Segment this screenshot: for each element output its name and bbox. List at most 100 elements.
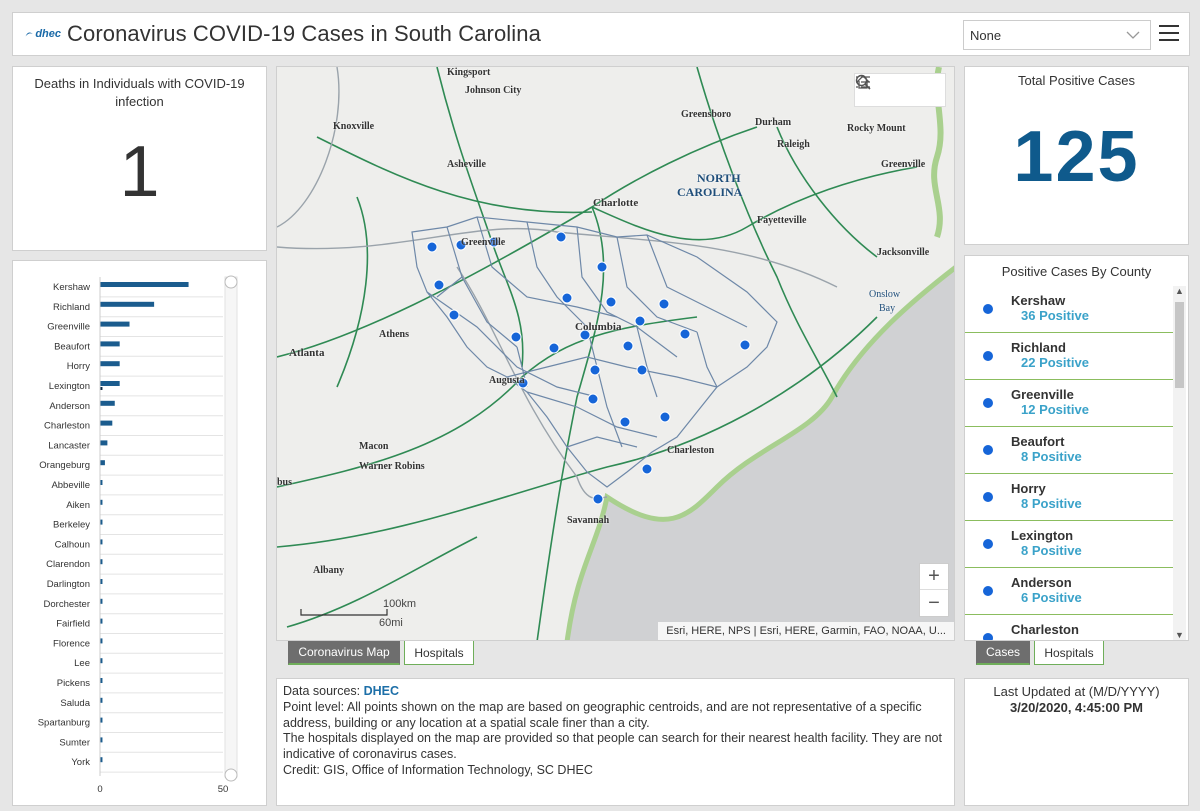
chart-category-label: Abbeville xyxy=(51,480,90,491)
chart-category-label: Calhoun xyxy=(55,539,90,550)
chart-category-label: York xyxy=(71,757,90,768)
county-list-item[interactable]: Horry 8 Positive xyxy=(965,474,1174,521)
chart-scroll-handle-bottom xyxy=(224,768,238,782)
chart-bar xyxy=(100,400,115,406)
county-list-item[interactable]: Anderson 6 Positive xyxy=(965,568,1174,615)
zoom-in-button[interactable]: + xyxy=(920,564,948,590)
scroll-up-icon[interactable]: ▲ xyxy=(1173,286,1186,296)
map-svg xyxy=(277,67,954,640)
tab-coronavirus-map[interactable]: Coronavirus Map xyxy=(288,641,400,665)
chart-category-label: Dorchester xyxy=(44,599,90,610)
county-count: 8 Positive xyxy=(1021,496,1082,511)
county-list-item[interactable]: Greenville 12 Positive xyxy=(965,380,1174,427)
county-count: 6 Positive xyxy=(1021,590,1082,605)
map-place-label: Greensboro xyxy=(681,109,732,120)
map-place-label: Johnson City xyxy=(465,85,522,96)
map-toolbar xyxy=(854,73,946,107)
chart-bar xyxy=(100,341,120,347)
scale-mi-label: 60mi xyxy=(379,617,403,629)
county-count: 12 Positive xyxy=(1021,402,1089,417)
sources-hospitals-note: The hospitals displayed on the map are p… xyxy=(283,731,942,762)
county-list-title: Positive Cases By County xyxy=(1001,264,1152,279)
dhec-link[interactable]: DHEC xyxy=(364,684,399,698)
map-place-label: bus xyxy=(277,477,293,488)
tab-hospitals-list[interactable]: Hospitals xyxy=(1034,641,1104,665)
county-list-item[interactable]: Kershaw 36 Positive xyxy=(965,286,1174,333)
map-place-label: Albany xyxy=(313,565,345,576)
county-name: Richland xyxy=(1011,340,1066,355)
county-list-panel: Positive Cases By County Kershaw 36 Posit… xyxy=(964,255,1189,641)
dhec-logo: dhec xyxy=(25,22,61,46)
map-place-label: Greenville xyxy=(461,237,506,248)
map-place-label: Raleigh xyxy=(777,139,810,150)
county-name: Greenville xyxy=(1011,387,1074,402)
tab-hospitals-map[interactable]: Hospitals xyxy=(404,641,474,665)
chart-category-label: Spartanburg xyxy=(38,718,90,729)
filter-dropdown[interactable]: None xyxy=(963,20,1151,50)
case-dot-icon xyxy=(983,445,993,455)
county-name: Kershaw xyxy=(1011,293,1066,308)
map-attribution: Esri, HERE, NPS | Esri, HERE, Garmin, FA… xyxy=(658,622,954,640)
chart-bar xyxy=(100,420,113,426)
chart-bar xyxy=(100,321,130,327)
county-list: Kershaw 36 Positive Richland 22 Positive Gre… xyxy=(965,286,1174,640)
data-sources-panel: Data sources: DHEC Point level: All poin… xyxy=(276,678,955,806)
map-place-label: Durham xyxy=(755,117,792,128)
county-list-item[interactable]: Lexington 8 Positive xyxy=(965,521,1174,568)
map-place-label: Warner Robins xyxy=(359,461,425,472)
county-list-scrollbar[interactable]: ▲ ▼ xyxy=(1173,286,1186,640)
map-place-label: Atlanta xyxy=(289,347,325,359)
county-name: Charleston xyxy=(1011,622,1079,637)
county-name: Beaufort xyxy=(1011,434,1065,449)
chart-category-label: Saluda xyxy=(60,698,90,709)
map-place-label: Augusta xyxy=(489,375,525,386)
map-place-label: Athens xyxy=(379,329,410,340)
chart-scroll-handle-top xyxy=(224,275,238,289)
county-list-item[interactable]: Charleston xyxy=(965,615,1174,640)
map-place-label: Charlotte xyxy=(593,197,639,209)
scale-bar xyxy=(300,609,388,616)
chart-category-label: Beaufort xyxy=(54,341,90,352)
header-bar: dhec Coronavirus COVID-19 Cases in South… xyxy=(12,12,1190,56)
county-list-item[interactable]: Beaufort 8 Positive xyxy=(965,427,1174,474)
chart-category-label: Berkeley xyxy=(53,520,90,531)
menu-icon[interactable] xyxy=(1159,25,1179,45)
sources-credit: Credit: GIS, Office of Information Techn… xyxy=(283,762,593,777)
chart-category-label: Orangeburg xyxy=(39,460,90,471)
sources-prefix: Data sources: xyxy=(283,684,364,698)
chevron-down-icon xyxy=(1126,31,1140,39)
chart-category-label: Sumter xyxy=(59,737,90,748)
case-dot-icon xyxy=(983,304,993,314)
map-place-label: Bay xyxy=(879,303,896,314)
map-place-label: Kingsport xyxy=(447,67,491,78)
map-view[interactable]: Kingsport Johnson City Knoxville Greensboro… xyxy=(276,66,955,641)
case-dot-icon xyxy=(983,539,993,549)
chart-bar xyxy=(100,381,120,386)
scroll-down-icon[interactable]: ▼ xyxy=(1173,630,1186,640)
chart-tick-label: 50 xyxy=(218,784,229,795)
tab-cases[interactable]: Cases xyxy=(976,641,1030,665)
zoom-out-button[interactable]: − xyxy=(920,590,948,616)
county-count: 22 Positive xyxy=(1021,355,1089,370)
chart-bar xyxy=(100,282,189,287)
county-list-item[interactable]: Richland 22 Positive xyxy=(965,333,1174,380)
chart-scroll-track xyxy=(224,276,238,778)
chart-category-label: Pickens xyxy=(57,678,91,689)
chart-category-label: Clarendon xyxy=(46,559,90,570)
chart-bar xyxy=(100,301,155,307)
case-dot-icon xyxy=(983,633,993,640)
chart-category-label: Kershaw xyxy=(53,282,90,293)
chart-category-label: Anderson xyxy=(49,401,90,412)
county-bar-chart: Kershaw Richland Greenville Beaufort Horry Le… xyxy=(12,260,267,806)
deaths-indicator: Deaths in Individuals with COVID-19 infe… xyxy=(12,66,267,251)
map-place-label: Savannah xyxy=(567,515,610,526)
legend-icon[interactable] xyxy=(855,74,871,90)
scroll-thumb[interactable] xyxy=(1175,302,1184,388)
last-updated-label: Last Updated at (M/D/YYYY) xyxy=(993,684,1160,699)
map-place-label: NORTH xyxy=(697,171,741,185)
map-place-label: Knoxville xyxy=(333,121,375,132)
chart-category-label: Darlington xyxy=(47,579,90,590)
total-cases-indicator: Total Positive Cases 125 xyxy=(964,66,1189,245)
sources-point-level: Point level: All points shown on the map… xyxy=(283,699,922,730)
last-updated-value: 3/20/2020, 4:45:00 PM xyxy=(1010,700,1143,715)
